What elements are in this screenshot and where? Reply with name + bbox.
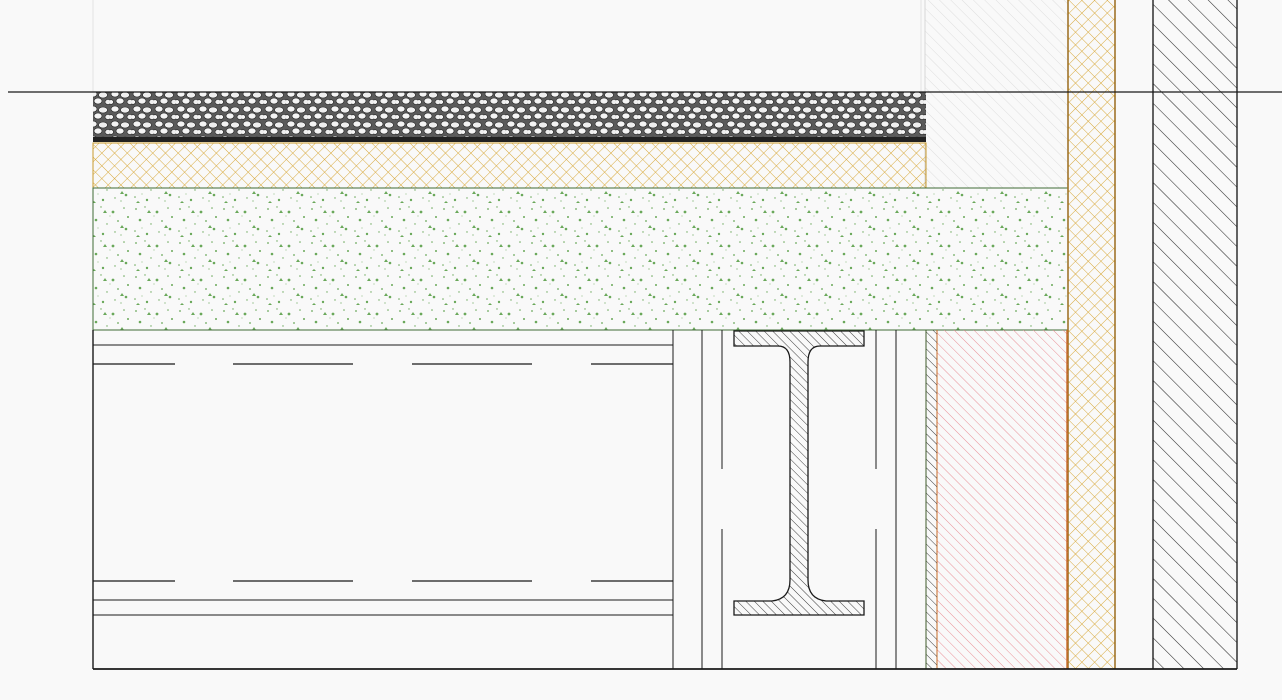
floor-joist [92,330,674,669]
steel-i-beam [733,330,865,616]
insulation-layer-horizontal [92,142,927,189]
section-drawing-svg [8,0,1282,670]
vapour-barrier-strip [925,330,937,669]
section-drawing [0,0,1282,700]
exterior-wall-hatch [1152,0,1238,669]
finish-strip-hatch [924,0,1068,188]
gravel-layer [93,92,926,142]
hidden-lines [93,363,673,582]
masonry-block [936,330,1068,669]
insulation-layer-vertical [1067,0,1116,669]
concrete-slab [92,187,1069,331]
